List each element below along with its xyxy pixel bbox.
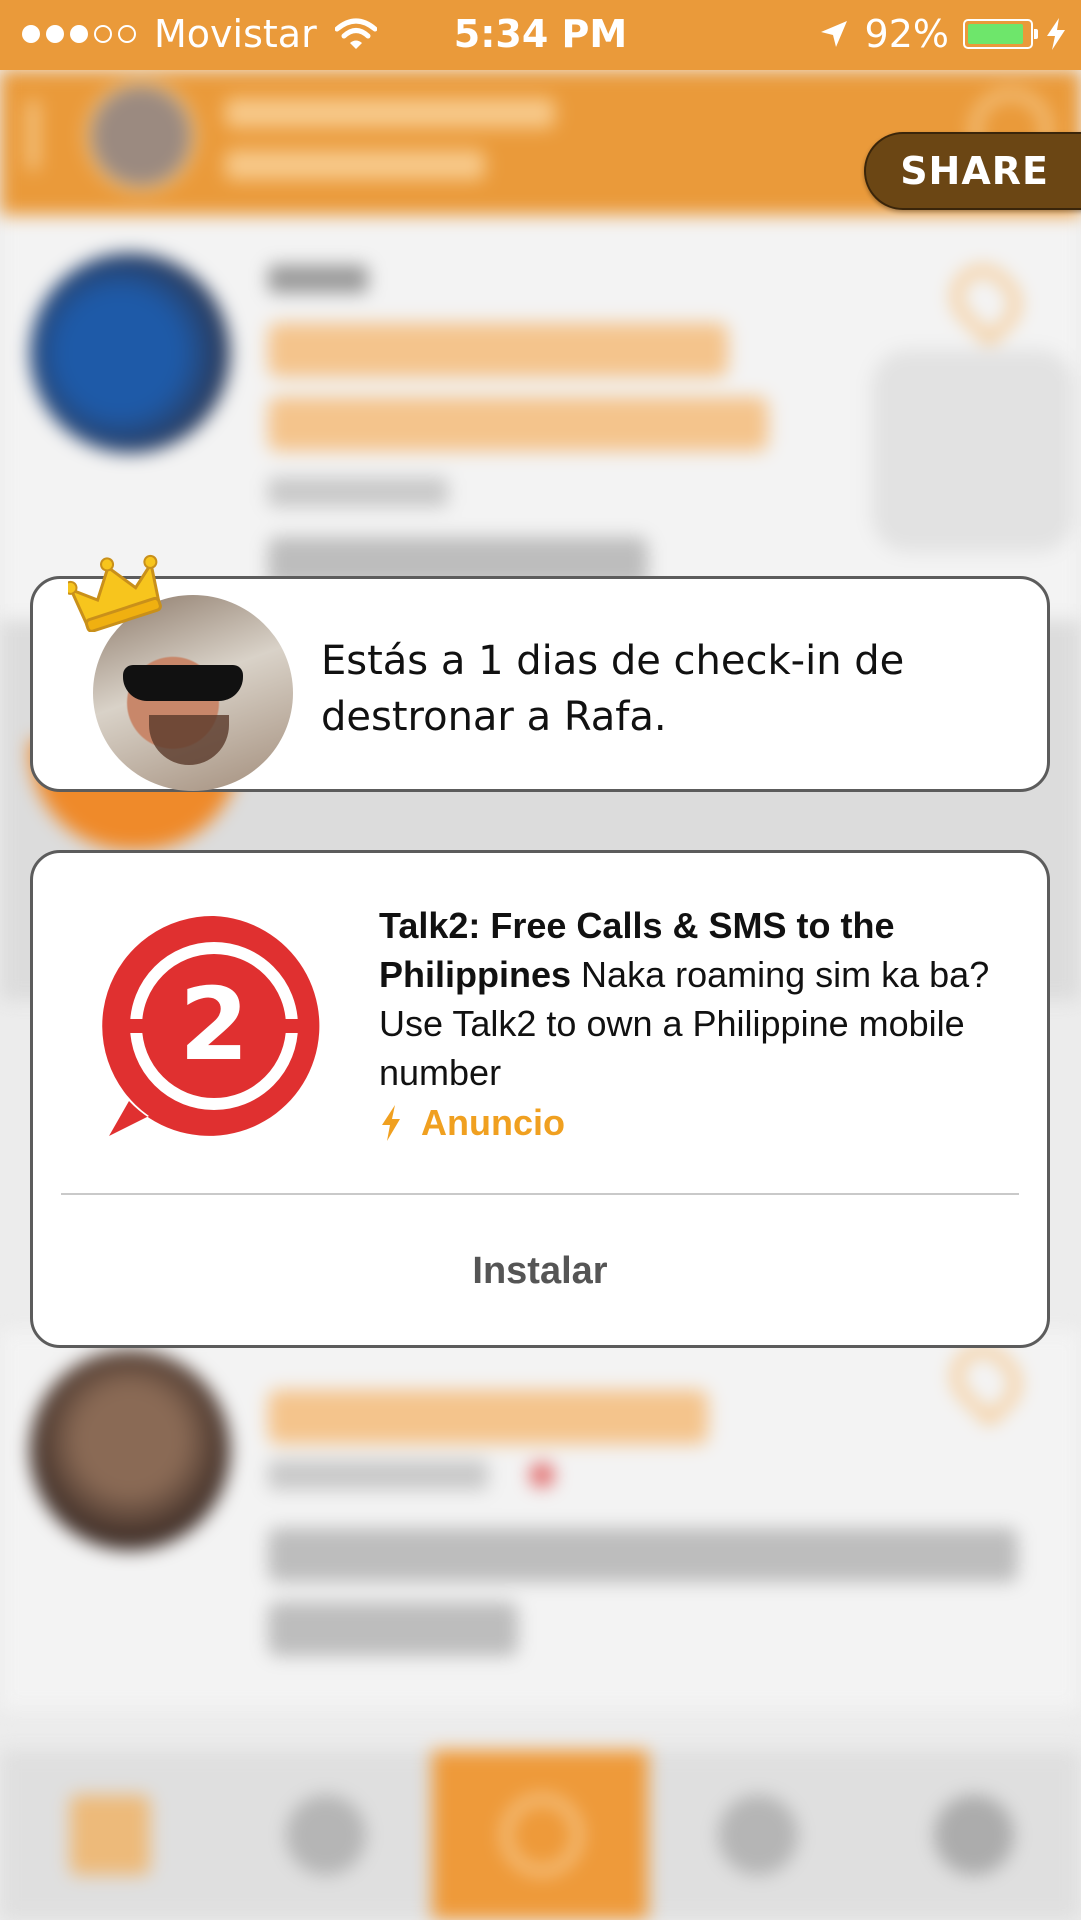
venue-avatar <box>85 80 197 192</box>
location-arrow-icon <box>820 21 847 47</box>
talk2-logo-icon: 2 <box>102 915 320 1136</box>
ad-divider <box>61 1193 1019 1195</box>
tab-messages <box>648 1750 864 1920</box>
blurred-panel <box>872 350 1074 552</box>
sunglasses-shape <box>123 665 243 701</box>
mayor-challenge-message: Estás a 1 dias de check-in de destronar … <box>321 638 905 740</box>
logo-number: 2 <box>179 966 249 1083</box>
feed-avatar <box>30 1350 230 1550</box>
ad-label-text: Anuncio <box>421 1102 565 1143</box>
lightning-icon <box>382 1104 400 1141</box>
feed-item <box>0 1330 1081 1710</box>
tab-bar <box>0 1750 1081 1920</box>
feed-avatar <box>30 253 230 453</box>
battery-fill <box>968 24 1024 44</box>
heart-icon <box>940 254 1032 346</box>
nav-title-blurred <box>225 88 555 180</box>
tab-feed <box>0 1750 216 1920</box>
crown-icon <box>68 554 162 632</box>
charging-bolt-icon <box>1047 18 1065 50</box>
menu-icon <box>28 100 38 170</box>
status-bar: Movistar 5:34 PM 92% <box>0 0 1081 70</box>
tab-explore <box>216 1750 432 1920</box>
ad-label: Anuncio <box>379 1098 1029 1147</box>
battery-icon <box>963 19 1038 49</box>
tab-checkin <box>432 1750 648 1920</box>
tab-profile <box>864 1750 1080 1920</box>
mayor-challenge-card[interactable]: Estás a 1 dias de check-in de destronar … <box>30 576 1050 792</box>
install-button[interactable]: Instalar <box>33 1231 1047 1311</box>
status-right: 92% <box>819 12 1067 56</box>
ad-card[interactable]: 2 Talk2: Free Calls & SMS to the Philipp… <box>30 850 1050 1348</box>
battery-percent: 92% <box>864 12 949 56</box>
ad-text-block: Talk2: Free Calls & SMS to the Philippin… <box>379 901 1029 1147</box>
share-button[interactable]: SHARE <box>864 132 1081 210</box>
